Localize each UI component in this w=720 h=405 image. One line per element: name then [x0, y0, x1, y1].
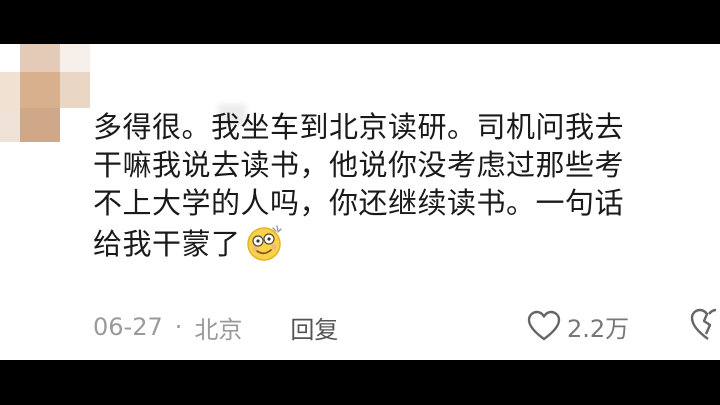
like-button[interactable]: 2.2万 [527, 308, 629, 344]
comment-line: 干嘛我说去读书，他说你没考虑过那些考 [93, 148, 625, 182]
avatar-pixel [20, 44, 60, 72]
avatar[interactable] [0, 44, 90, 142]
comment-line-last: 给我干蒙了 [93, 222, 708, 263]
comment-line: 多得很。我坐车到北京读研。司机问我去 [93, 110, 625, 144]
avatar-pixel [0, 108, 20, 142]
comment-card: 多得很。我坐车到北京读研。司机问我去 干嘛我说去读书，他说你没考虑过那些考 不上… [0, 44, 720, 360]
reply-button[interactable]: 回复 [290, 310, 338, 345]
broken-heart-svg [690, 308, 717, 340]
dazed-smile-emoji-icon [245, 222, 283, 261]
avatar-pixel [20, 72, 60, 108]
comment-location: 北京 [194, 315, 243, 344]
avatar-pixel [20, 108, 60, 142]
meta-separator: · [174, 313, 183, 341]
avatar-pixel [0, 72, 20, 108]
avatar-pixel [0, 44, 20, 72]
broken-heart-icon[interactable] [690, 308, 720, 344]
like-count: 2.2万 [567, 314, 630, 343]
comment-date: 06-27 [93, 313, 163, 341]
comment-meta: 06-27 · 北京 回复 [93, 310, 338, 344]
avatar-pixel [60, 72, 90, 108]
heart-outline-icon [527, 310, 561, 341]
avatar-pixel [60, 44, 90, 72]
comment-body: 多得很。我坐车到北京读研。司机问我去 干嘛我说去读书，他说你没考虑过那些考 不上… [93, 108, 708, 263]
comment-line-text: 给我干蒙了 [93, 227, 241, 261]
avatar-pixel [60, 108, 90, 142]
emoji-svg [246, 225, 282, 261]
comment-line: 不上大学的人吗，你还继续读书。一句话 [93, 186, 625, 220]
